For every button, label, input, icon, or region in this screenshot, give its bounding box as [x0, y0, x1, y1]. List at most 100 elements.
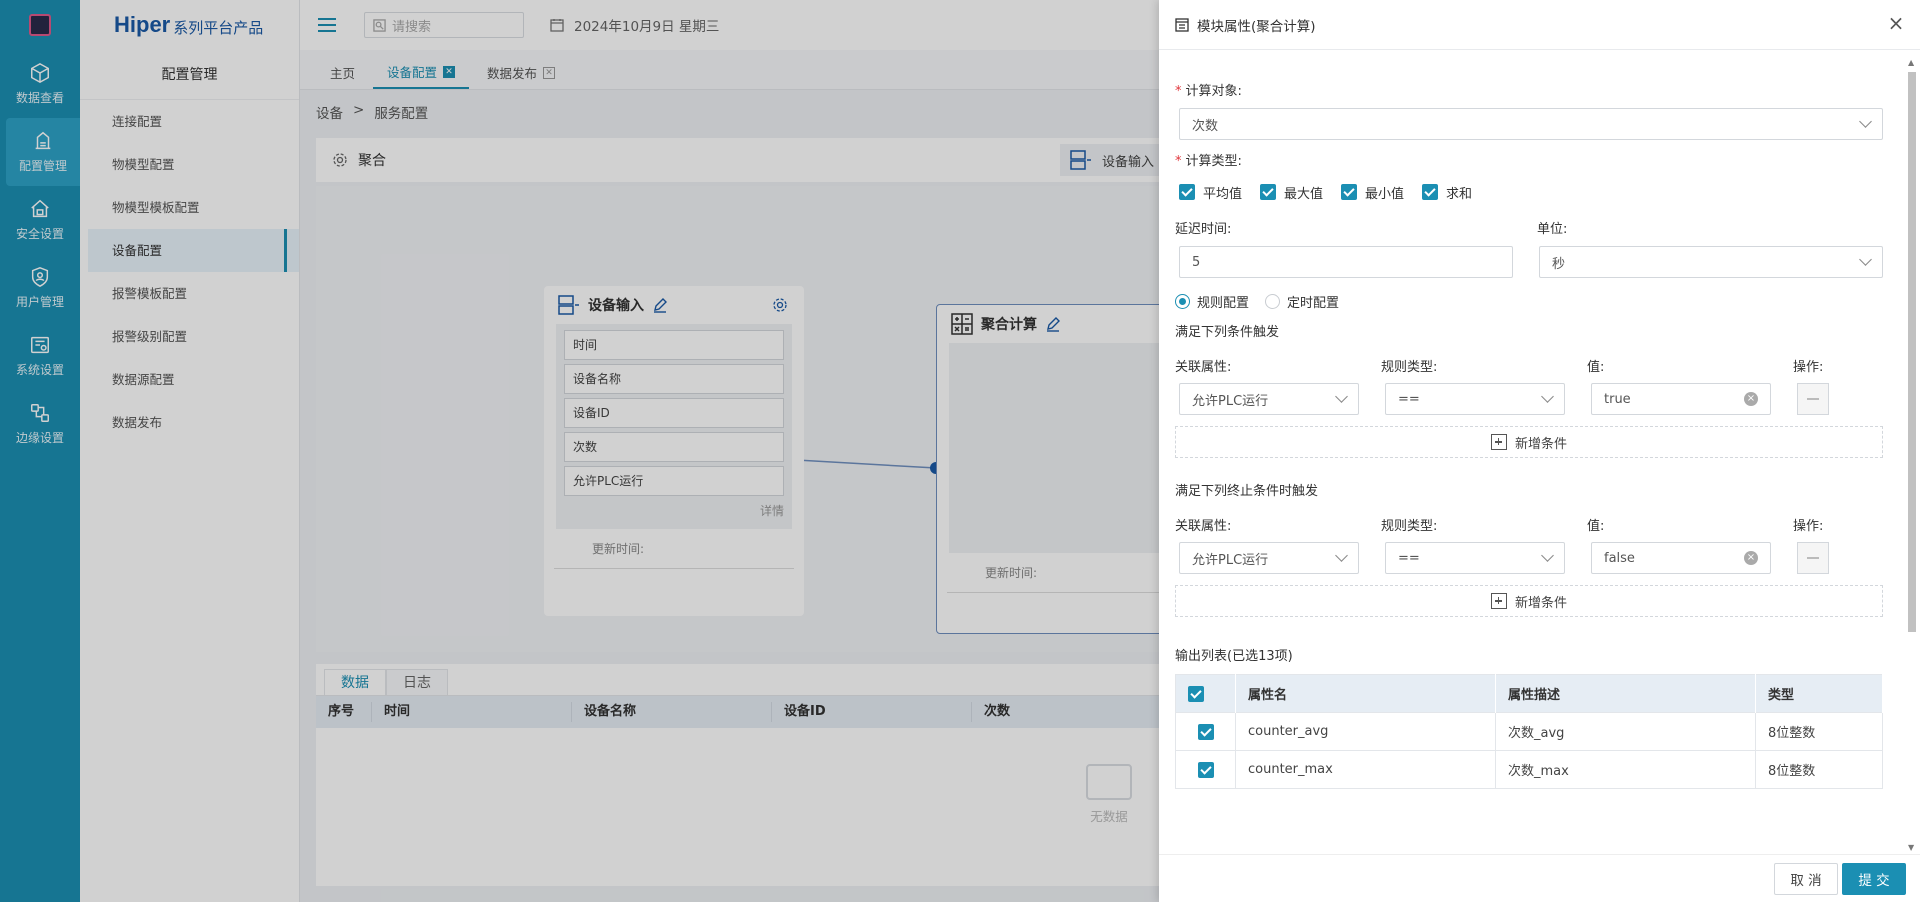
row-checkbox[interactable] [1198, 723, 1214, 740]
trigger-cond-labels: 关联属性: 规则类型: 值: 操作: [1175, 356, 1883, 376]
drawer-body: * 计算对象: 次数 * 计算类型: 平均值 最大值 最小值 求和 延迟时间: 5 … [1175, 50, 1883, 789]
input-value: false [1604, 550, 1635, 566]
add-cond-label: 新增条件 [1514, 436, 1567, 452]
row-check-cell [1175, 712, 1236, 751]
chevron-down-icon [1335, 390, 1348, 403]
label-text: 计算类型: [1185, 154, 1242, 169]
stop-prop-select[interactable]: 允许PLC运行 [1179, 542, 1359, 574]
input-value: 5 [1192, 254, 1201, 270]
add-icon [1490, 593, 1507, 609]
trigger-cond-row: 允许PLC运行 == true × [1175, 382, 1883, 416]
col-label: 值: [1587, 360, 1605, 375]
delay-input[interactable]: 5 [1179, 246, 1513, 278]
property-drawer: 模块属性(聚合计算) × ▲ ▼ * 计算对象: 次数 * 计算类型: 平均值 最大… [1159, 0, 1920, 902]
stop-value-input[interactable]: false × [1591, 542, 1771, 574]
table-row[interactable]: counter_max 次数_max 8位整数 [1175, 750, 1883, 789]
select-value: 允许PLC运行 [1192, 552, 1269, 568]
select-all-checkbox[interactable] [1188, 685, 1204, 702]
stop-cond-labels: 关联属性: 规则类型: 值: 操作: [1175, 515, 1883, 535]
row-checkbox[interactable] [1198, 761, 1214, 778]
output-table: 属性名 属性描述 类型 counter_avg 次数_avg 8位整数 coun… [1175, 674, 1883, 789]
col-label: 值: [1587, 519, 1605, 534]
radio-label: 规则配置 [1197, 296, 1250, 311]
remove-condition-button[interactable] [1797, 542, 1829, 574]
calc-target-select[interactable]: 次数 [1179, 108, 1883, 140]
select-value: 允许PLC运行 [1192, 393, 1269, 409]
remove-condition-button[interactable] [1797, 383, 1829, 415]
calc-type-checkboxes: 平均值 最大值 最小值 求和 [1175, 176, 1883, 208]
scroll-down-icon[interactable]: ▼ [1908, 843, 1914, 852]
checkbox-avg[interactable]: 平均值 [1179, 183, 1242, 202]
scroll-up-icon[interactable]: ▲ [1908, 58, 1914, 67]
drawer-scrollbar[interactable]: ▲ ▼ [1906, 58, 1918, 852]
col-label: 关联属性: [1175, 519, 1232, 534]
checkbox-label: 最小值 [1365, 186, 1405, 202]
row-check-cell [1175, 750, 1236, 789]
checkbox-min[interactable]: 最小值 [1341, 183, 1404, 202]
trigger-section-title: 满足下列条件触发 [1175, 325, 1280, 340]
cell-name: counter_avg [1235, 712, 1496, 751]
select-all-cell [1175, 674, 1236, 713]
add-stop-condition-button[interactable]: 新增条件 [1175, 585, 1883, 617]
trigger-prop-select[interactable]: 允许PLC运行 [1179, 383, 1359, 415]
input-value: true [1604, 391, 1631, 407]
submit-button[interactable]: 提 交 [1842, 863, 1906, 895]
drawer-footer: 取 消 提 交 [1159, 854, 1920, 902]
radio-timer-config[interactable]: 定时配置 [1265, 292, 1339, 311]
add-trigger-condition-button[interactable]: 新增条件 [1175, 426, 1883, 458]
checkbox-label: 求和 [1446, 186, 1473, 202]
select-value: 次数 [1192, 118, 1219, 134]
calc-type-label: * 计算类型: [1175, 154, 1242, 169]
drawer-header: 模块属性(聚合计算) [1159, 0, 1920, 50]
output-table-header: 属性名 属性描述 类型 [1175, 674, 1883, 713]
checkbox-max[interactable]: 最大值 [1260, 183, 1323, 202]
config-mode-radios: 规则配置 定时配置 [1175, 292, 1883, 311]
checkbox-checked-icon[interactable] [1260, 184, 1277, 200]
radio-rule-config[interactable]: 规则配置 [1175, 292, 1249, 311]
label-text: 计算对象: [1185, 84, 1242, 99]
delay-label: 延迟时间: [1175, 222, 1232, 237]
output-list-title: 输出列表(已选13项) [1175, 649, 1293, 664]
stop-cond-row: 允许PLC运行 == false × [1175, 541, 1883, 575]
checkbox-checked-icon[interactable] [1341, 184, 1358, 200]
col-label: 关联属性: [1175, 360, 1232, 375]
radio-label: 定时配置 [1287, 296, 1340, 311]
cancel-button[interactable]: 取 消 [1774, 863, 1838, 895]
stop-rule-select[interactable]: == [1385, 542, 1565, 574]
checkbox-label: 平均值 [1203, 186, 1243, 202]
scroll-thumb[interactable] [1908, 72, 1916, 632]
col-label: 规则类型: [1381, 519, 1438, 534]
col-header: 属性描述 [1495, 674, 1756, 713]
drawer-title: 模块属性(聚合计算) [1197, 18, 1316, 35]
select-value: == [1398, 550, 1420, 566]
clear-icon[interactable]: × [1744, 551, 1758, 565]
delay-unit-row: 延迟时间: 5 单位: 秒 [1175, 220, 1883, 278]
unit-select[interactable]: 秒 [1539, 246, 1883, 278]
checkbox-checked-icon[interactable] [1179, 184, 1195, 200]
trigger-value-input[interactable]: true × [1591, 383, 1771, 415]
col-label: 操作: [1793, 519, 1824, 534]
unit-group: 单位: 秒 [1537, 220, 1883, 278]
stop-section-title: 满足下列终止条件时触发 [1175, 484, 1319, 499]
select-value: == [1398, 391, 1420, 407]
chevron-down-icon [1859, 115, 1872, 128]
chevron-down-icon [1859, 253, 1872, 266]
col-header: 类型 [1755, 674, 1883, 713]
radio-unselected-icon[interactable] [1265, 294, 1281, 309]
delay-group: 延迟时间: 5 [1175, 220, 1537, 278]
trigger-rule-select[interactable]: == [1385, 383, 1565, 415]
clear-icon[interactable]: × [1744, 392, 1758, 406]
document-icon [1175, 17, 1189, 32]
cell-type: 8位整数 [1755, 712, 1883, 751]
checkbox-label: 最大值 [1284, 186, 1324, 202]
close-icon[interactable]: × [1886, 13, 1906, 34]
unit-label: 单位: [1537, 222, 1568, 237]
checkbox-sum[interactable]: 求和 [1422, 183, 1472, 202]
table-row[interactable]: counter_avg 次数_avg 8位整数 [1175, 712, 1883, 751]
add-cond-label: 新增条件 [1514, 595, 1567, 611]
minus-icon [1807, 398, 1819, 400]
chevron-down-icon [1541, 549, 1554, 562]
add-icon [1490, 434, 1507, 450]
checkbox-checked-icon[interactable] [1422, 184, 1439, 200]
radio-selected-icon[interactable] [1175, 294, 1190, 309]
